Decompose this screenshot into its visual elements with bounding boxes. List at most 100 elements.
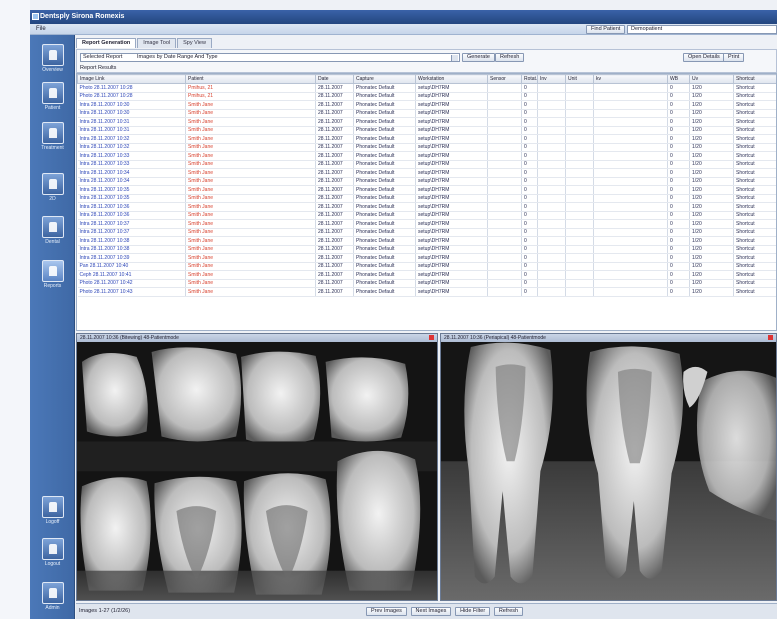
- patient-cell[interactable]: Smith Jane: [185, 253, 316, 263]
- patient-cell[interactable]: Smith Jane: [185, 143, 316, 152]
- image-link-cell[interactable]: Intra 28.11.2007 10:32: [77, 134, 186, 144]
- table-row[interactable]: Intra 28.11.2007 10:30 Smith Jane 28.11.20…: [77, 109, 776, 118]
- column-header[interactable]: Date: [315, 74, 354, 84]
- table-row[interactable]: Intra 28.11.2007 10:35 Smith Jane 28.11.20…: [77, 185, 776, 195]
- image-link-cell[interactable]: Intra 28.11.2007 10:30: [77, 109, 186, 118]
- patient-cell[interactable]: Smith Jane: [185, 168, 316, 178]
- table-row[interactable]: Photo 28.11.2007 10:43 Smith Jane 28.11.20…: [77, 287, 776, 297]
- patient-cell[interactable]: Smith Jane: [185, 126, 316, 135]
- column-header[interactable]: Sensor: [487, 74, 522, 84]
- prev-images-button[interactable]: Prev Images: [366, 607, 407, 616]
- sidebar-item-dental[interactable]: Dental: [30, 213, 75, 251]
- patient-search-input[interactable]: Demopatient: [627, 25, 777, 34]
- patient-cell[interactable]: Pmihus, 21: [185, 92, 316, 101]
- image-viewer-left[interactable]: 28.11.2007 10:36 (Bitewing) 48-Patientmo…: [76, 333, 438, 601]
- image-link-cell[interactable]: Photo 28.11.2007 10:28: [77, 92, 186, 101]
- open-details-button[interactable]: Open Details: [683, 53, 725, 62]
- sidebar-item-overview[interactable]: Overview: [30, 41, 75, 79]
- tab-report-generation[interactable]: Report Generation: [76, 38, 137, 48]
- table-row[interactable]: Intra 28.11.2007 10:32 Smith Jane 28.11.20…: [77, 134, 776, 144]
- image-viewer-right[interactable]: 28.11.2007 10:36 (Periapical) 48-Patient…: [440, 333, 777, 601]
- sidebar-item-logout[interactable]: Logout: [30, 535, 75, 573]
- table-row[interactable]: Intra 28.11.2007 10:33 Smith Jane 28.11.20…: [77, 160, 776, 169]
- image-link-cell[interactable]: Intra 28.11.2007 10:36: [77, 202, 186, 212]
- refresh-button[interactable]: Refresh: [495, 53, 525, 62]
- table-row[interactable]: Intra 28.11.2007 10:36 Smith Jane 28.11.20…: [77, 202, 776, 212]
- image-link-cell[interactable]: Intra 28.11.2007 10:36: [77, 211, 186, 220]
- column-header[interactable]: Unit: [565, 74, 594, 84]
- sidebar-item-2d[interactable]: 2D: [30, 170, 75, 208]
- patient-cell[interactable]: Smith Jane: [185, 236, 316, 246]
- table-row[interactable]: Photo 28.11.2007 10:28 Pmihus, 21 28.11.20…: [77, 83, 776, 93]
- table-row[interactable]: Intra 28.11.2007 10:31 Smith Jane 28.11.20…: [77, 117, 776, 127]
- close-icon[interactable]: [429, 335, 434, 340]
- table-row[interactable]: Intra 28.11.2007 10:38 Smith Jane 28.11.20…: [77, 236, 776, 246]
- table-row[interactable]: Photo 28.11.2007 10:42 Smith Jane 28.11.20…: [77, 279, 776, 288]
- image-link-cell[interactable]: Photo 28.11.2007 10:43: [77, 287, 186, 297]
- column-header[interactable]: Shortcut: [733, 74, 776, 84]
- patient-cell[interactable]: Smith Jane: [185, 109, 316, 118]
- table-row[interactable]: Intra 28.11.2007 10:36 Smith Jane 28.11.20…: [77, 211, 776, 220]
- table-row[interactable]: Intra 28.11.2007 10:37 Smith Jane 28.11.20…: [77, 219, 776, 229]
- table-row[interactable]: Intra 28.11.2007 10:37 Smith Jane 28.11.20…: [77, 228, 776, 237]
- column-header[interactable]: kv: [593, 74, 668, 84]
- image-link-cell[interactable]: Intra 28.11.2007 10:34: [77, 177, 186, 186]
- table-row[interactable]: Intra 28.11.2007 10:32 Smith Jane 28.11.20…: [77, 143, 776, 152]
- image-link-cell[interactable]: Intra 28.11.2007 10:32: [77, 143, 186, 152]
- sidebar-item-logoff[interactable]: Logoff: [30, 493, 75, 531]
- table-row[interactable]: Intra 28.11.2007 10:30 Smith Jane 28.11.20…: [77, 100, 776, 110]
- column-header[interactable]: Rotat.: [521, 74, 538, 84]
- sidebar-item-reports[interactable]: Reports: [30, 257, 75, 295]
- table-row[interactable]: Intra 28.11.2007 10:34 Smith Jane 28.11.20…: [77, 168, 776, 178]
- tab-spy-view[interactable]: Spy View: [177, 38, 212, 48]
- patient-cell[interactable]: Smith Jane: [185, 177, 316, 186]
- table-row[interactable]: Intra 28.11.2007 10:35 Smith Jane 28.11.20…: [77, 194, 776, 203]
- image-link-cell[interactable]: Intra 28.11.2007 10:34: [77, 168, 186, 178]
- image-link-cell[interactable]: Intra 28.11.2007 10:37: [77, 219, 186, 229]
- image-link-cell[interactable]: Intra 28.11.2007 10:38: [77, 236, 186, 246]
- image-link-cell[interactable]: Intra 28.11.2007 10:33: [77, 151, 186, 161]
- patient-cell[interactable]: Smith Jane: [185, 219, 316, 229]
- patient-cell[interactable]: Smith Jane: [185, 100, 316, 110]
- patient-cell[interactable]: Smith Jane: [185, 134, 316, 144]
- close-icon[interactable]: [768, 335, 773, 340]
- table-row[interactable]: Photo 28.11.2007 10:28 Pmihus, 21 28.11.20…: [77, 92, 776, 101]
- sidebar-item-patient[interactable]: Patient: [30, 79, 75, 117]
- column-header[interactable]: Uv: [689, 74, 734, 84]
- image-link-cell[interactable]: Ceph 28.11.2007 10:41: [77, 270, 186, 280]
- patient-cell[interactable]: Smith Jane: [185, 211, 316, 220]
- tab-image-tool[interactable]: Image Tool: [137, 38, 177, 48]
- image-link-cell[interactable]: Intra 28.11.2007 10:30: [77, 100, 186, 110]
- column-header[interactable]: Image Link: [77, 74, 186, 84]
- column-header[interactable]: Inv: [537, 74, 566, 84]
- patient-cell[interactable]: Smith Jane: [185, 279, 316, 288]
- patient-cell[interactable]: Smith Jane: [185, 262, 316, 271]
- menu-item-file[interactable]: File: [36, 26, 46, 32]
- image-link-cell[interactable]: Photo 28.11.2007 10:28: [77, 83, 186, 93]
- column-header[interactable]: WB: [667, 74, 690, 84]
- next-images-button[interactable]: Next Images: [410, 607, 452, 616]
- table-row[interactable]: Intra 28.11.2007 10:33 Smith Jane 28.11.20…: [77, 151, 776, 161]
- hide-filter-button[interactable]: Hide Filter: [455, 607, 491, 616]
- status-refresh-button[interactable]: Refresh: [493, 607, 524, 616]
- image-link-cell[interactable]: Intra 28.11.2007 10:38: [77, 245, 186, 254]
- table-row[interactable]: Intra 28.11.2007 10:38 Smith Jane 28.11.20…: [77, 245, 776, 254]
- image-link-cell[interactable]: Intra 28.11.2007 10:35: [77, 185, 186, 195]
- image-link-cell[interactable]: Pan 28.11.2007 10:40: [77, 262, 186, 271]
- column-header[interactable]: Patient: [185, 74, 316, 84]
- print-button[interactable]: Print: [723, 53, 745, 62]
- patient-cell[interactable]: Smith Jane: [185, 270, 316, 280]
- column-header[interactable]: Workstation: [415, 74, 488, 84]
- patient-cell[interactable]: Smith Jane: [185, 245, 316, 254]
- table-row[interactable]: Intra 28.11.2007 10:34 Smith Jane 28.11.20…: [77, 177, 776, 186]
- column-header[interactable]: Capture: [353, 74, 416, 84]
- patient-cell[interactable]: Smith Jane: [185, 160, 316, 169]
- patient-cell[interactable]: Smith Jane: [185, 194, 316, 203]
- find-patient-button[interactable]: Find Patient: [585, 25, 626, 34]
- patient-cell[interactable]: Smith Jane: [185, 228, 316, 237]
- patient-cell[interactable]: Smith Jane: [185, 185, 316, 195]
- sidebar-item-admin[interactable]: Admin: [30, 579, 75, 617]
- patient-cell[interactable]: Smith Jane: [185, 151, 316, 161]
- image-link-cell[interactable]: Intra 28.11.2007 10:33: [77, 160, 186, 169]
- image-link-cell[interactable]: Intra 28.11.2007 10:31: [77, 117, 186, 127]
